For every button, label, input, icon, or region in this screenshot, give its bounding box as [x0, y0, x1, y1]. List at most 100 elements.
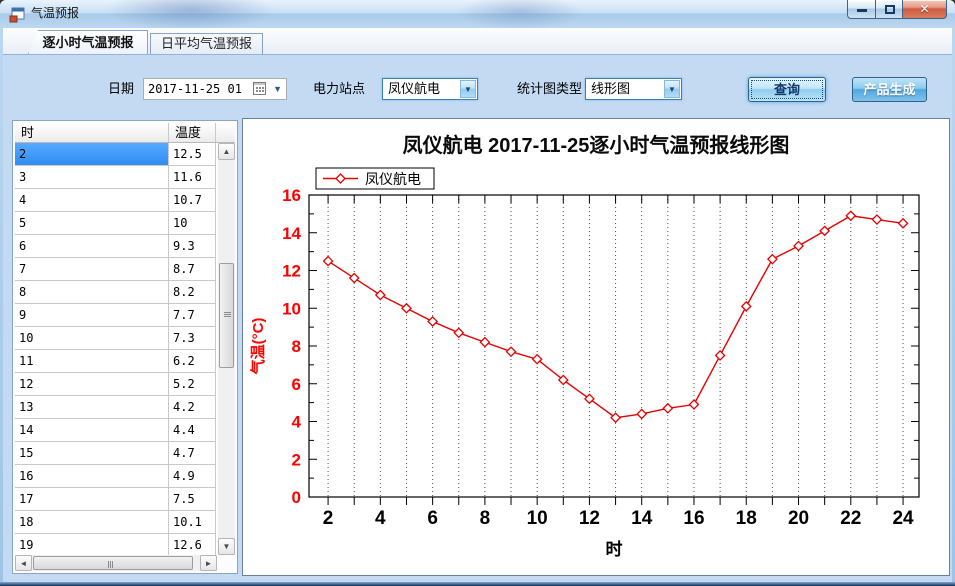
temp-cell[interactable]: 8.2 — [169, 281, 216, 304]
hour-cell[interactable]: 6 — [15, 235, 169, 258]
horizontal-scroll-thumb[interactable] — [33, 556, 193, 570]
table-row: 78.7 — [15, 258, 217, 281]
temp-cell[interactable]: 8.7 — [169, 258, 216, 281]
table-row: 177.5 — [15, 488, 217, 511]
temp-cell[interactable]: 11.6 — [169, 166, 216, 189]
temp-cell[interactable]: 7.3 — [169, 327, 216, 350]
tab-hourly-forecast[interactable]: 逐小时气温预报 — [28, 30, 148, 54]
temp-cell[interactable]: 10.7 — [169, 189, 216, 212]
hour-cell[interactable]: 14 — [15, 419, 169, 442]
table-row: 1810.1 — [15, 511, 217, 534]
title-bar[interactable]: 气温预报 ✕ — [0, 0, 955, 28]
date-picker[interactable]: 2017-11-25 01 ▼ — [143, 78, 287, 100]
temp-cell[interactable]: 5.2 — [169, 373, 216, 396]
temp-cell[interactable]: 6.2 — [169, 350, 216, 373]
hour-cell[interactable]: 8 — [15, 281, 169, 304]
station-select[interactable]: 凤仪航电 ▼ — [382, 78, 478, 100]
query-button[interactable]: 查询 — [748, 77, 826, 102]
scroll-right-icon[interactable]: ► — [200, 555, 217, 571]
tab-page: 日期 2017-11-25 01 ▼ 电力站点 凤仪航电 ▼ 统计图类型 线形图… — [3, 55, 952, 582]
temp-cell[interactable]: 9.3 — [169, 235, 216, 258]
station-value: 凤仪航电 — [388, 79, 440, 99]
hour-column-header[interactable]: 时 — [15, 123, 169, 142]
chart-type-value: 线形图 — [591, 79, 630, 99]
table-body: 212.5311.6410.751069.378.788.297.7107.31… — [15, 143, 217, 555]
horizontal-scrollbar[interactable]: ◄ ► — [15, 555, 217, 571]
close-button[interactable]: ✕ — [902, 0, 947, 19]
temperature-table: 时 温度 212.5311.6410.751069.378.788.297.71… — [12, 120, 238, 574]
hour-cell[interactable]: 7 — [15, 258, 169, 281]
table-row: 88.2 — [15, 281, 217, 304]
scroll-down-icon[interactable]: ▼ — [218, 538, 235, 555]
svg-text:4: 4 — [292, 413, 302, 432]
hour-cell[interactable]: 2 — [15, 143, 169, 166]
hour-cell[interactable]: 3 — [15, 166, 169, 189]
scroll-left-icon[interactable]: ◄ — [15, 555, 32, 571]
hour-cell[interactable]: 4 — [15, 189, 169, 212]
product-generate-button[interactable]: 产品生成 — [852, 77, 927, 102]
hour-cell[interactable]: 10 — [15, 327, 169, 350]
hour-cell[interactable]: 15 — [15, 442, 169, 465]
hour-cell[interactable]: 19 — [15, 534, 169, 555]
tab-label: 逐小时气温预报 — [42, 35, 133, 50]
temp-cell[interactable]: 7.7 — [169, 304, 216, 327]
temp-cell[interactable]: 12.5 — [169, 143, 216, 166]
window-title: 气温预报 — [31, 0, 79, 27]
hour-cell[interactable]: 13 — [15, 396, 169, 419]
temp-cell[interactable]: 4.2 — [169, 396, 216, 419]
maximize-button[interactable] — [875, 0, 903, 19]
temp-cell[interactable]: 10.1 — [169, 511, 216, 534]
temp-cell[interactable]: 4.7 — [169, 442, 216, 465]
hour-cell[interactable]: 11 — [15, 350, 169, 373]
table-row: 410.7 — [15, 189, 217, 212]
tab-strip: 逐小时气温预报 日平均气温预报 — [3, 28, 952, 55]
tab-daily-forecast[interactable]: 日平均气温预报 — [150, 33, 263, 54]
table-row: 154.7 — [15, 442, 217, 465]
chart-type-dropdown-icon[interactable]: ▼ — [664, 80, 680, 98]
svg-text:气温(°C): 气温(°C) — [249, 318, 267, 376]
table-header: 时 温度 — [15, 123, 235, 143]
window-bottom-border — [0, 582, 955, 586]
temp-cell[interactable]: 10 — [169, 212, 216, 235]
temp-cell[interactable]: 7.5 — [169, 488, 216, 511]
svg-text:12: 12 — [282, 262, 301, 281]
table-row: 144.4 — [15, 419, 217, 442]
chart-panel: 凤仪航电 2017-11-25逐小时气温预报线形图 02468101214162… — [242, 118, 950, 576]
station-dropdown-icon[interactable]: ▼ — [460, 80, 476, 98]
date-dropdown-icon[interactable]: ▼ — [273, 79, 282, 101]
svg-text:6: 6 — [427, 508, 438, 529]
temp-cell[interactable]: 4.4 — [169, 419, 216, 442]
date-label: 日期 — [108, 78, 134, 100]
hour-cell[interactable]: 12 — [15, 373, 169, 396]
hour-cell[interactable]: 5 — [15, 212, 169, 235]
minimize-button[interactable] — [847, 0, 876, 19]
table-row: 116.2 — [15, 350, 217, 373]
vertical-scroll-thumb[interactable] — [219, 263, 234, 368]
hour-cell[interactable]: 16 — [15, 465, 169, 488]
calendar-icon[interactable] — [253, 82, 266, 95]
table-row: 1912.6 — [15, 534, 217, 555]
svg-text:0: 0 — [292, 488, 301, 507]
svg-text:10: 10 — [527, 508, 548, 529]
generate-button-label: 产品生成 — [863, 82, 915, 97]
temp-cell[interactable]: 4.9 — [169, 465, 216, 488]
temp-column-header[interactable]: 温度 — [169, 123, 216, 142]
table-row: 212.5 — [15, 143, 217, 166]
scroll-up-icon[interactable]: ▲ — [218, 143, 235, 160]
chart-type-label: 统计图类型 — [517, 78, 582, 100]
chart-type-select[interactable]: 线形图 ▼ — [585, 78, 682, 100]
temp-cell[interactable]: 12.6 — [169, 534, 216, 555]
maximize-icon — [885, 5, 895, 14]
svg-text:16: 16 — [282, 186, 301, 205]
tab-label: 日平均气温预报 — [161, 36, 252, 51]
hour-cell[interactable]: 9 — [15, 304, 169, 327]
vertical-scrollbar[interactable]: ▲ ▼ — [218, 143, 235, 555]
hour-cell[interactable]: 17 — [15, 488, 169, 511]
svg-text:12: 12 — [579, 508, 600, 529]
date-value: 2017-11-25 01 — [148, 79, 242, 99]
svg-text:24: 24 — [892, 508, 914, 529]
svg-text:18: 18 — [736, 508, 757, 529]
svg-text:8: 8 — [292, 337, 301, 356]
hour-cell[interactable]: 18 — [15, 511, 169, 534]
minimize-icon — [857, 9, 867, 12]
